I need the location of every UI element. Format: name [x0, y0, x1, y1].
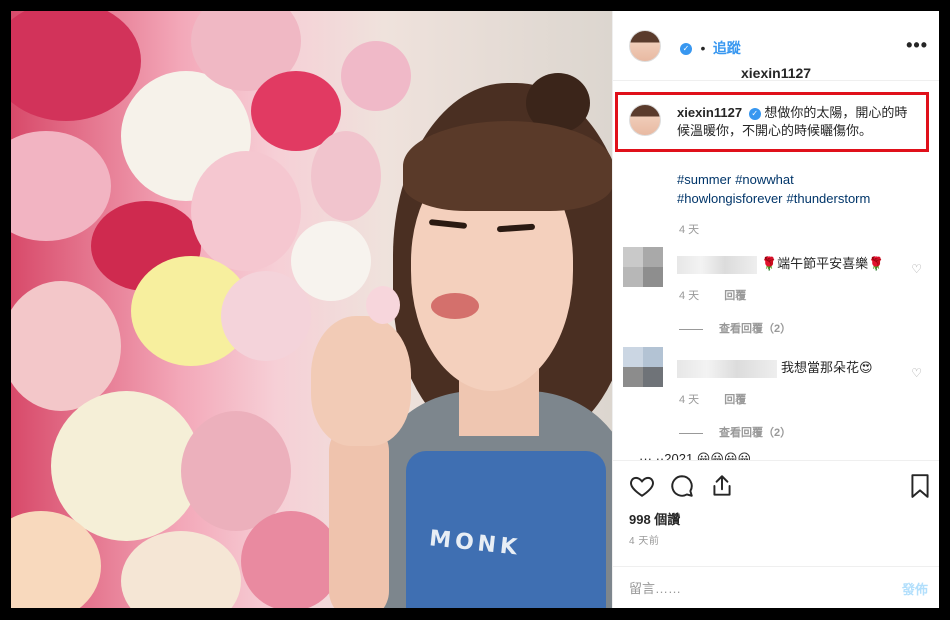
divider-rule: [679, 328, 703, 330]
flower-decoration: [221, 271, 311, 361]
verified-badge-icon: ✓: [680, 42, 692, 55]
hashtag-link[interactable]: #summer: [677, 172, 731, 187]
hashtag-list: #summer #nowwhat #howlongisforever #thunde…: [677, 170, 927, 208]
post-side-panel: xiexin1127 ✓ • 追蹤 ••• xiexin1127 ✓ 想做你的太…: [612, 11, 939, 608]
flower-decoration: [291, 221, 371, 301]
caption-username[interactable]: xiexin1127: [677, 105, 742, 120]
heart-outline-icon[interactable]: ♡: [911, 366, 922, 380]
held-flower: [366, 286, 400, 324]
blurred-username[interactable]: [677, 359, 777, 378]
like-count[interactable]: 998 個讚: [629, 509, 680, 528]
hashtag-link[interactable]: #thunderstorm: [787, 191, 871, 206]
reply-button[interactable]: 回覆: [724, 290, 746, 302]
flower-decoration: [341, 41, 411, 111]
view-replies-label: 查看回覆（2）: [719, 427, 792, 439]
post-header: xiexin1127 ✓ • 追蹤 •••: [613, 11, 939, 81]
flower-decoration: [241, 511, 341, 608]
person-lips: [431, 293, 479, 319]
flower-decoration: [11, 131, 111, 241]
person-arm: [329, 421, 389, 608]
commenter-avatar[interactable]: [623, 247, 663, 287]
person-bangs: [403, 121, 612, 211]
comment-bubble-icon[interactable]: [669, 473, 695, 499]
flower-decoration: [191, 151, 301, 271]
view-replies-button[interactable]: 查看回覆（2）: [679, 424, 791, 440]
caption-time: 4 天: [679, 224, 700, 236]
partial-comment-text: ··· ··2021 😀😀😀😀: [639, 451, 751, 460]
author-info: xiexin1127 ✓ • 追蹤: [677, 38, 811, 81]
verified-badge-icon: ✓: [748, 107, 761, 120]
avatar[interactable]: [629, 30, 661, 62]
comment-time: 4 天: [679, 394, 700, 406]
author-username[interactable]: xiexin1127: [741, 65, 811, 81]
post-comment-button[interactable]: 發佈: [902, 579, 928, 598]
person-hand: [311, 316, 411, 446]
post-photo[interactable]: MONK: [11, 11, 612, 608]
follow-button[interactable]: 追蹤: [713, 40, 741, 56]
view-replies-label: 查看回覆（2）: [719, 323, 792, 335]
view-replies-button[interactable]: 查看回覆（2）: [679, 320, 791, 336]
flower-decoration: [311, 131, 381, 221]
comment-meta: 4 天 回覆: [679, 287, 746, 303]
commenter-avatar[interactable]: [623, 347, 663, 387]
heart-icon[interactable]: [629, 473, 655, 499]
comment-time: 4 天: [679, 290, 700, 302]
caption-avatar[interactable]: [629, 104, 661, 136]
flower-decoration: [121, 531, 241, 608]
comment-line: 🌹端午節平安喜樂🌹: [677, 253, 884, 274]
comment-line: 我想當那朵花😍: [677, 357, 873, 378]
bookmark-icon[interactable]: [909, 473, 931, 499]
hashtag-link[interactable]: #howlongisforever: [677, 191, 783, 206]
post-caption: xiexin1127 ✓ 想做你的太陽，開心的時候溫暖你，不開心的時候曬傷你。: [677, 104, 917, 140]
more-options-icon[interactable]: •••: [906, 35, 928, 56]
comment-text: 我想當那朵花😍: [781, 360, 873, 375]
separator-dot: •: [700, 40, 706, 56]
flower-decoration: [51, 391, 201, 541]
divider-rule: [679, 432, 703, 434]
reply-button[interactable]: 回覆: [724, 394, 746, 406]
blurred-username[interactable]: [677, 255, 757, 274]
comments-section[interactable]: xiexin1127 ✓ 想做你的太陽，開心的時候溫暖你，不開心的時候曬傷你。 …: [613, 82, 939, 460]
comment-text: 🌹端午節平安喜樂🌹: [761, 256, 885, 271]
flower-decoration: [11, 281, 121, 411]
add-comment-bar: 發佈: [613, 566, 939, 608]
post-actions: 998 個讚 4 天前: [613, 460, 939, 570]
partial-comment: ··· ··2021 😀😀😀😀: [639, 451, 751, 460]
share-icon[interactable]: [709, 473, 735, 499]
post-timestamp: 4 天前: [629, 536, 660, 547]
comment-input[interactable]: [629, 579, 869, 597]
comment-meta: 4 天 回覆: [679, 391, 746, 407]
hashtag-link[interactable]: #nowwhat: [735, 172, 794, 187]
heart-outline-icon[interactable]: ♡: [911, 262, 922, 276]
instagram-post-window: MONK xiexin1127 ✓ • 追蹤 ••• xiexin1127 ✓ …: [11, 11, 939, 608]
flower-decoration: [11, 11, 141, 121]
